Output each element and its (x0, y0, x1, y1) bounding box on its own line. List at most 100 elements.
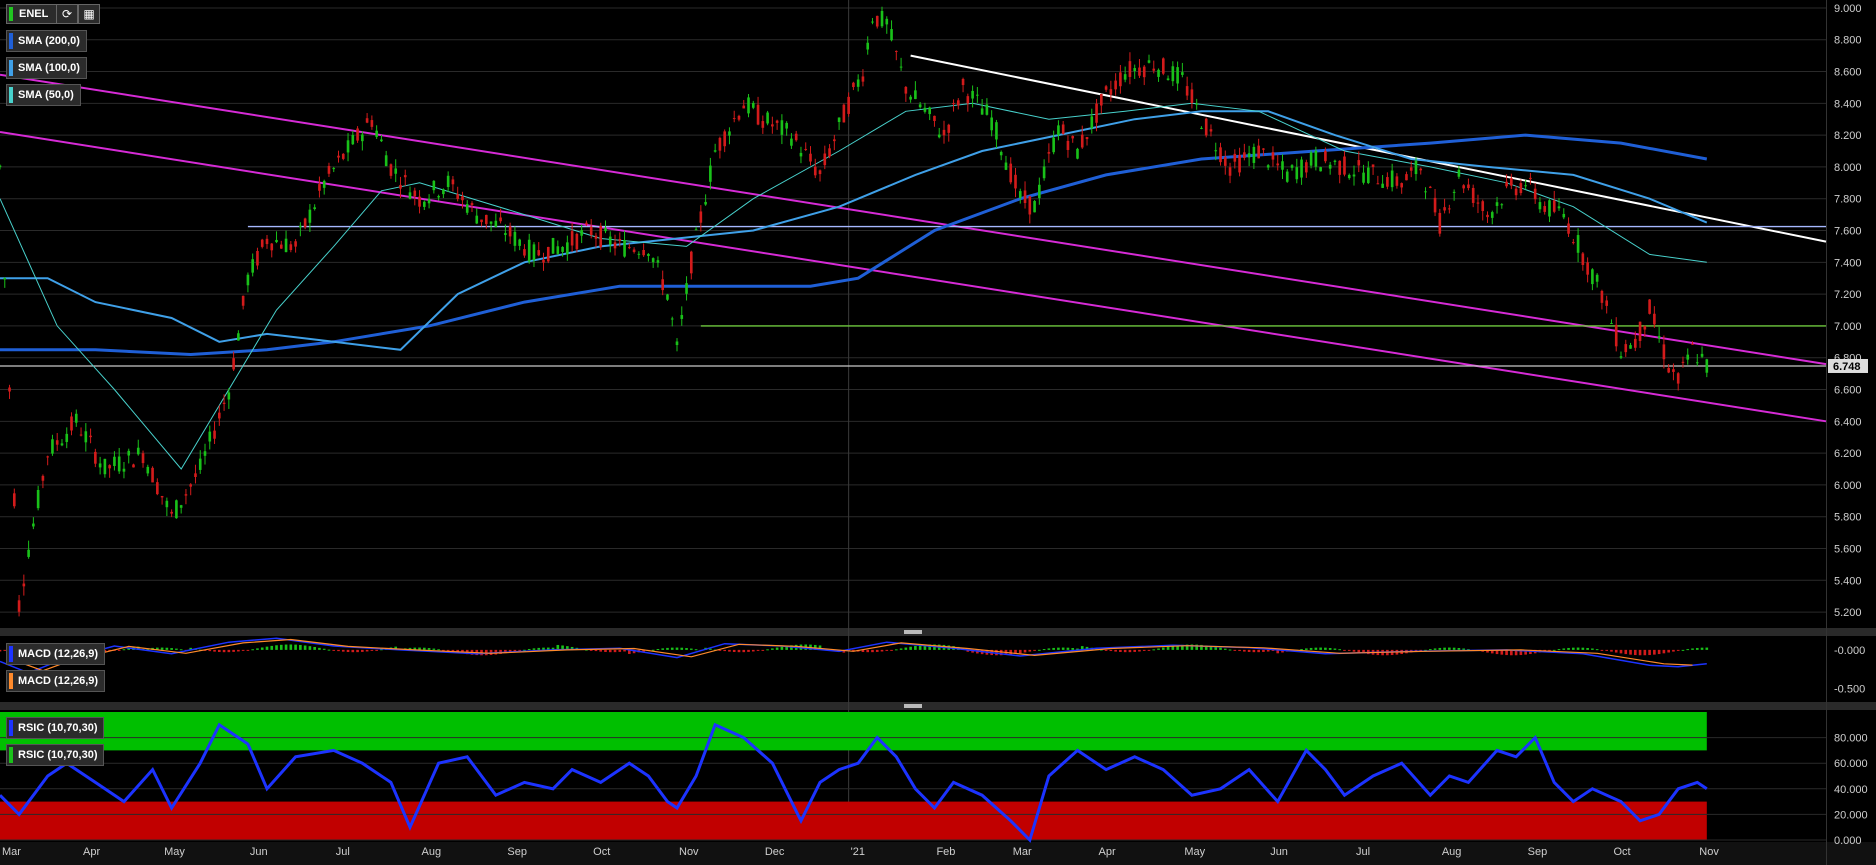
price-tick-label: 8.600 (1834, 67, 1862, 79)
price-tick-label: 7.400 (1834, 257, 1862, 269)
macd-histogram-bar (1624, 649, 1628, 655)
candle-body (732, 118, 736, 120)
candle-body (718, 137, 722, 151)
macd-histogram-bar (670, 647, 674, 650)
macd-histogram-bar (589, 649, 593, 651)
candle-body (1080, 134, 1084, 148)
candle-body (1352, 174, 1356, 177)
macd-tick-label: -0.000 (1834, 645, 1865, 657)
macd-histogram-bar (1600, 649, 1604, 651)
candle-body (685, 283, 688, 294)
candle-body (618, 238, 622, 241)
candle-body (990, 117, 993, 131)
candle-body (1490, 212, 1494, 218)
candle-body (370, 120, 374, 127)
macd-histogram-bar (1252, 649, 1256, 653)
candle-body (480, 219, 483, 223)
candle-body (213, 430, 216, 439)
candle-body (79, 434, 83, 436)
ticker-label[interactable]: ENEL (6, 4, 58, 24)
macd-histogram-bar (1605, 649, 1609, 651)
price-chart[interactable]: 9.000 8.800 8.600 8.400 8.200 8.000 7.800 7.600… (0, 0, 1876, 865)
candle-body (1214, 150, 1218, 152)
candle-body (1428, 186, 1432, 188)
legend-macd-2[interactable]: MACD (12,26,9) (6, 670, 106, 692)
candle-body (1643, 326, 1647, 330)
candle-body (1524, 185, 1527, 187)
refresh-icon[interactable]: ⟳ (56, 4, 78, 24)
legend-macd-1[interactable]: MACD (12,26,9) (6, 643, 106, 665)
macd-swatch-1 (9, 646, 13, 662)
macd-histogram-bar (1705, 647, 1709, 650)
macd-histogram-bar (1457, 647, 1461, 650)
candle-body (961, 78, 965, 86)
macd-histogram-bar (423, 647, 426, 650)
candle-body (127, 450, 131, 456)
candle-body (246, 274, 250, 286)
candle-body (1171, 66, 1175, 82)
candle-body (1266, 165, 1270, 168)
macd-histogram-bar (1166, 646, 1170, 650)
candle-body (1095, 103, 1098, 123)
candle-body (74, 413, 78, 423)
legend-sma-100[interactable]: SMA (100,0) (6, 57, 87, 79)
candle-body (999, 151, 1003, 156)
macd-histogram-bar (432, 648, 436, 650)
candle-body (1100, 93, 1103, 106)
candle-body (1586, 262, 1589, 275)
candle-body (351, 134, 355, 145)
candle-body (1405, 174, 1408, 181)
price-tick-label: 5.400 (1834, 575, 1862, 587)
macd-histogram-bar (246, 649, 250, 651)
macd-histogram-bar (1147, 649, 1151, 651)
candle-body (380, 139, 383, 142)
panel-divider-rsi (0, 702, 1876, 710)
macd-histogram-bar (1567, 647, 1570, 650)
macd-histogram-bar (1071, 648, 1075, 650)
candle-body (942, 129, 946, 136)
macd-histogram-bar (780, 646, 784, 650)
candle-body (794, 133, 798, 141)
candle-body (804, 148, 808, 150)
macd-histogram-bar (608, 649, 612, 653)
macd-histogram-bar (890, 649, 893, 651)
candle-body (1219, 147, 1222, 163)
candle-body (1529, 177, 1532, 180)
candle-body (771, 124, 774, 127)
calendar-icon[interactable]: ▦ (78, 4, 100, 24)
candle-body (361, 134, 364, 142)
legend-rsi-1[interactable]: RSIC (10,70,30) (6, 717, 105, 739)
candle-body (12, 493, 16, 507)
macd-histogram-bar (313, 646, 316, 650)
candle-body (132, 464, 135, 468)
x-tick-label: Feb (936, 846, 955, 858)
macd-histogram-bar (1223, 648, 1227, 650)
macd-histogram-bar (661, 648, 665, 650)
candle-body (499, 217, 502, 222)
legend-sma-200[interactable]: SMA (200,0) (6, 30, 87, 52)
macd-histogram-bar (1128, 649, 1132, 653)
y-axis-border (1826, 0, 1827, 865)
rsi-tick-label: 80.000 (1834, 733, 1868, 745)
candle-body (1300, 159, 1303, 178)
candle-body (1633, 338, 1637, 348)
legend-sma-50[interactable]: SMA (50,0) (6, 84, 81, 106)
rsi-oversold-zone (0, 801, 1707, 840)
candle-body (365, 118, 369, 123)
macd-histogram-bar (1052, 647, 1055, 650)
legend-macd-1-label: MACD (12,26,9) (18, 648, 99, 660)
candle-body (1114, 80, 1117, 90)
macd-histogram-bar (1219, 647, 1222, 650)
candle-body (1033, 201, 1036, 213)
rsi-overbought-zone (0, 712, 1707, 751)
legend-rsi-2[interactable]: RSIC (10,70,30) (6, 744, 105, 766)
macd-histogram-bar (532, 648, 536, 650)
sma50-swatch (9, 87, 13, 103)
candle-body (518, 239, 521, 246)
candle-body (823, 153, 827, 166)
candle-body (1519, 183, 1523, 194)
candle-body (599, 225, 603, 247)
candle-body (446, 175, 450, 188)
macd-histogram-bar (1695, 647, 1699, 650)
macd-histogram-bar (542, 647, 545, 650)
